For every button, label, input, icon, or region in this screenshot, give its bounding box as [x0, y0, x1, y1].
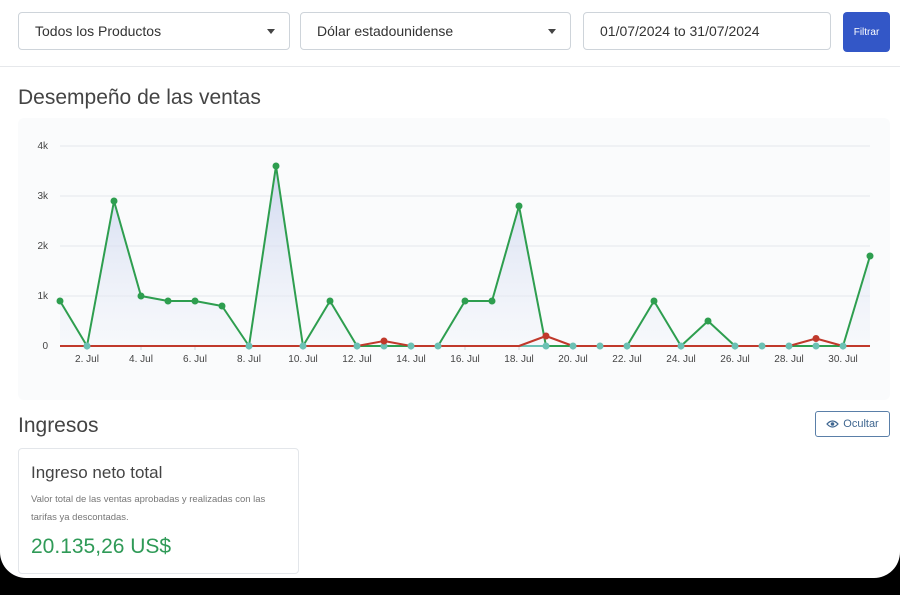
series-area: [60, 166, 870, 346]
data-point: [812, 342, 820, 350]
revenue-section-title: Ingresos: [18, 414, 99, 437]
data-point: [353, 342, 361, 350]
chevron-down-icon: [548, 29, 556, 34]
card-description: Valor total de las ventas aprobadas y re…: [31, 494, 266, 523]
sales-section-title: Desempeño de las ventas: [18, 86, 261, 109]
currency-select-value: Dólar estadounidense: [317, 23, 454, 39]
filter-button[interactable]: Filtrar: [843, 12, 890, 52]
data-point: [407, 342, 415, 350]
x-tick-label: 28. Jul: [774, 354, 803, 365]
data-point: [110, 197, 118, 205]
app-frame: Todos los Productos Dólar estadounidense…: [0, 0, 900, 578]
hide-button-label: Ocultar: [843, 418, 879, 430]
data-point: [488, 297, 496, 305]
eye-icon: [826, 420, 840, 428]
x-tick-label: 24. Jul: [666, 354, 695, 365]
x-tick-label: 14. Jul: [396, 354, 425, 365]
sales-chart-svg: 0 1k 2k 3k 4k 2. Jul 4. Jul 6. Jul 8. Jul 10. Jul…: [37, 141, 874, 365]
data-point: [596, 342, 604, 350]
y-tick-label: 4k: [37, 141, 49, 152]
card-title: Ingreso neto total: [31, 463, 163, 482]
product-select-value: Todos los Productos: [35, 23, 162, 39]
data-point: [272, 162, 280, 170]
y-tick-label: 0: [42, 341, 48, 352]
currency-select[interactable]: Dólar estadounidense: [300, 12, 571, 50]
data-point: [515, 202, 523, 210]
data-point: [56, 297, 64, 305]
x-tick-label: 2. Jul: [75, 354, 99, 365]
y-tick-label: 3k: [37, 191, 49, 202]
y-tick-label: 1k: [37, 291, 49, 302]
data-point: [326, 297, 334, 305]
data-point: [542, 332, 550, 340]
y-tick-label: 2k: [37, 241, 49, 252]
x-tick-label: 6. Jul: [183, 354, 207, 365]
data-point: [839, 342, 847, 350]
product-select[interactable]: Todos los Productos: [18, 12, 290, 50]
date-range-input[interactable]: 01/07/2024 to 31/07/2024: [583, 12, 831, 50]
x-tick-label: 16. Jul: [450, 354, 479, 365]
data-point: [191, 297, 199, 305]
data-point: [434, 342, 442, 350]
data-point: [245, 342, 253, 350]
data-point: [218, 302, 226, 310]
filter-toolbar: Todos los Productos Dólar estadounidense…: [0, 0, 900, 67]
date-range-value: 01/07/2024 to 31/07/2024: [600, 23, 760, 39]
data-point: [704, 317, 712, 325]
sales-chart: 0 1k 2k 3k 4k 2. Jul 4. Jul 6. Jul 8. Jul 10. Jul…: [18, 118, 890, 400]
data-point: [812, 335, 820, 342]
data-point: [866, 252, 874, 260]
data-point: [650, 297, 658, 305]
x-tick-label: 8. Jul: [237, 354, 261, 365]
data-point: [137, 292, 145, 300]
filter-button-label: Filtrar: [853, 26, 880, 38]
data-point: [542, 342, 550, 350]
x-tick-label: 30. Jul: [828, 354, 857, 365]
data-point: [758, 342, 766, 350]
x-tick-label: 12. Jul: [342, 354, 371, 365]
net-revenue-value: 20.135,26 US$: [31, 535, 172, 558]
x-tick-label: 10. Jul: [288, 354, 317, 365]
data-point: [623, 342, 631, 350]
data-point: [677, 342, 685, 350]
net-revenue-card: Ingreso neto total Valor total de las ve…: [18, 448, 299, 574]
data-point: [785, 342, 793, 350]
x-tick-label: 20. Jul: [558, 354, 587, 365]
data-point: [461, 297, 469, 305]
x-tick-label: 26. Jul: [720, 354, 749, 365]
data-point: [569, 342, 577, 350]
x-tick-label: 18. Jul: [504, 354, 533, 365]
chevron-down-icon: [267, 29, 275, 34]
x-tick-label: 4. Jul: [129, 354, 153, 365]
data-point: [299, 342, 307, 350]
data-point: [380, 337, 388, 345]
hide-button[interactable]: Ocultar: [815, 411, 890, 437]
data-point: [83, 342, 91, 350]
data-point: [731, 342, 739, 350]
data-point: [164, 297, 172, 305]
x-tick-label: 22. Jul: [612, 354, 641, 365]
